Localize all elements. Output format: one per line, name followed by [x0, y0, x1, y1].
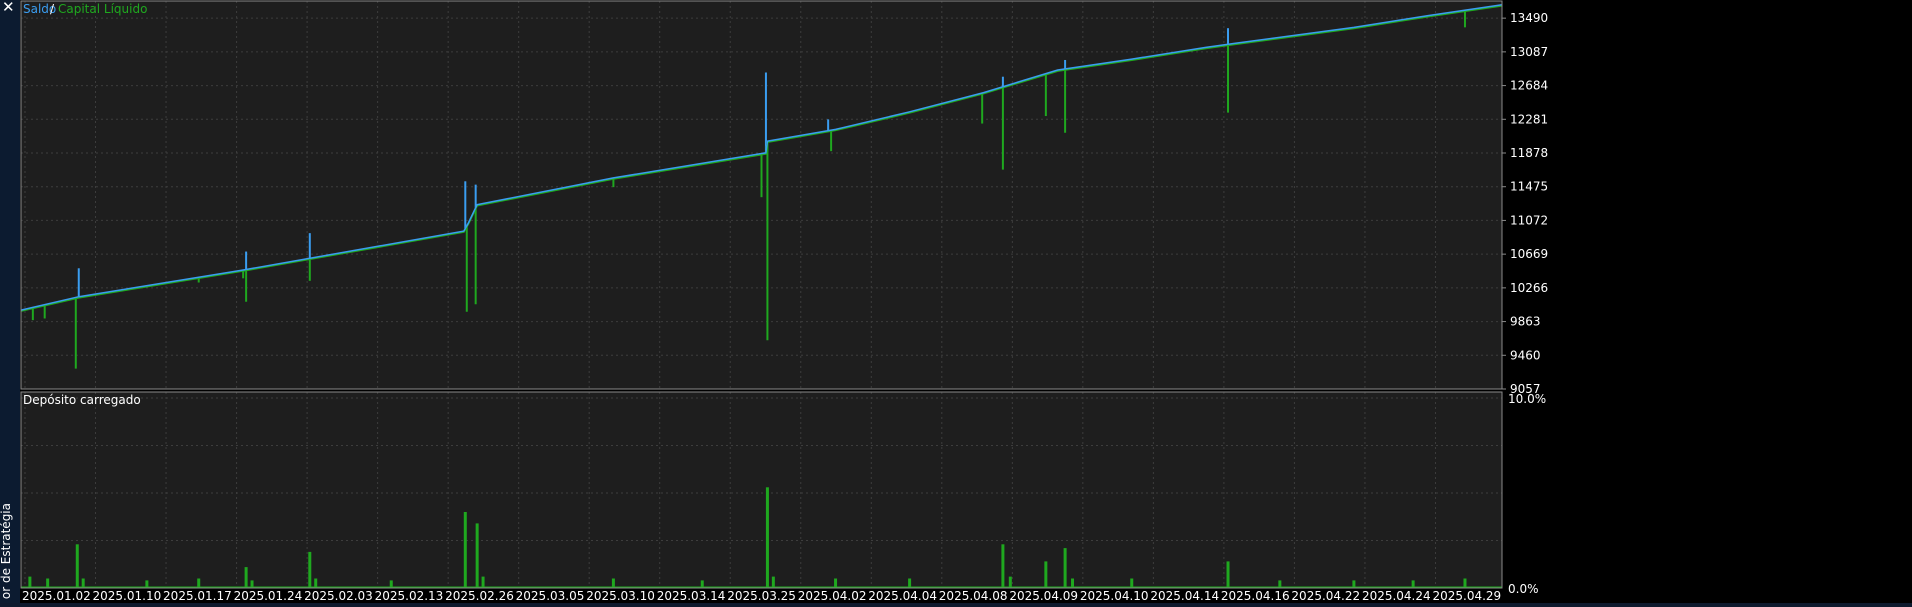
- x-axis: 2025.01.02 2025.01.10 2025.01.17 2025.01.24…: [22, 589, 1501, 603]
- load-bar: [389, 580, 393, 588]
- x-tick-label: 2025.04.09: [1009, 589, 1078, 603]
- load-bar: [1130, 578, 1134, 588]
- load-ytick-top: 10.0%: [1508, 392, 1546, 406]
- x-tick-label: 2025.01.02: [22, 589, 91, 603]
- x-tick-label: 2025.02.13: [375, 589, 444, 603]
- load-ytick-bottom: 0.0%: [1508, 582, 1539, 596]
- load-bar: [145, 580, 149, 588]
- main-y-tick-label: 9863: [1510, 315, 1541, 329]
- load-bar: [611, 578, 615, 588]
- load-bar: [1071, 578, 1075, 588]
- x-tick-label: 2025.04.16: [1221, 589, 1290, 603]
- main-y-tick-label: 11072: [1510, 213, 1548, 227]
- x-tick-label: 2025.04.24: [1362, 589, 1431, 603]
- x-tick-label: 2025.04.14: [1150, 589, 1219, 603]
- load-bar: [765, 487, 769, 588]
- load-bar: [81, 578, 85, 588]
- main-y-tick-label: 10266: [1510, 281, 1548, 295]
- chart-area: 9057 9460 9863 10266 10669 11072 11475 11878 122…: [20, 0, 1912, 603]
- main-y-tick-label: 13087: [1510, 45, 1548, 59]
- main-y-tick-label: 11878: [1510, 146, 1548, 160]
- load-bar: [1044, 561, 1048, 588]
- legend-equity: Capital Líquido: [58, 2, 147, 16]
- load-bar: [463, 512, 467, 588]
- strategy-tester-tab[interactable]: or de Estratégia: [0, 503, 13, 599]
- load-bar: [244, 567, 248, 588]
- load-panel-title: Depósito carregado: [23, 393, 141, 407]
- load-bar: [700, 580, 704, 588]
- load-bar: [1463, 578, 1467, 588]
- x-tick-label: 2025.02.26: [445, 589, 514, 603]
- load-bar: [1008, 576, 1012, 588]
- load-bar: [908, 578, 912, 588]
- x-tick-label: 2025.03.14: [657, 589, 726, 603]
- x-tick-label: 2025.01.10: [93, 589, 162, 603]
- x-tick-label: 2025.02.03: [304, 589, 373, 603]
- x-tick-label: 2025.04.10: [1080, 589, 1149, 603]
- x-tick-label: 2025.04.29: [1432, 589, 1501, 603]
- load-bar: [250, 580, 254, 588]
- side-panel: ✕ or de Estratégia: [0, 0, 20, 603]
- main-y-axis: 9057946098631026610669110721147511878122…: [1502, 11, 1548, 396]
- load-bar: [1001, 544, 1005, 588]
- load-bar: [1226, 561, 1230, 588]
- chart-svg: 9057946098631026610669110721147511878122…: [20, 0, 1548, 603]
- x-tick-label: 2025.01.17: [163, 589, 232, 603]
- load-bar: [197, 578, 201, 588]
- x-tick-label: 2025.04.22: [1291, 589, 1360, 603]
- x-tick-label: 2025.03.10: [586, 589, 655, 603]
- load-bar: [46, 578, 50, 588]
- load-bar: [1278, 580, 1282, 588]
- x-tick-label: 2025.03.25: [727, 589, 796, 603]
- load-bar: [771, 576, 775, 588]
- load-bar: [475, 523, 479, 588]
- x-tick-label: 2025.04.02: [798, 589, 867, 603]
- x-tick-label: 2025.04.04: [868, 589, 937, 603]
- x-tick-label: 2025.01.24: [234, 589, 303, 603]
- load-bar: [314, 578, 318, 588]
- load-bar: [75, 544, 79, 588]
- x-tick-label: 2025.04.08: [939, 589, 1008, 603]
- deposit-load-panel: Depósito carregado 10.0% 0.0%: [20, 391, 1546, 596]
- main-y-tick-label: 13490: [1510, 11, 1548, 25]
- x-tick-label: 2025.03.05: [516, 589, 585, 603]
- main-y-tick-label: 12281: [1510, 112, 1548, 126]
- main-y-tick-label: 10669: [1510, 247, 1548, 261]
- load-bar: [481, 576, 485, 588]
- balance-equity-panel: 9057946098631026610669110721147511878122…: [20, 0, 1548, 396]
- load-bar: [28, 576, 32, 588]
- close-icon[interactable]: ✕: [2, 0, 15, 15]
- load-bar: [1411, 580, 1415, 588]
- main-y-tick-label: 12684: [1510, 79, 1548, 93]
- main-y-tick-label: 11475: [1510, 180, 1548, 194]
- main-y-tick-label: 9460: [1510, 348, 1541, 362]
- load-bar: [1352, 580, 1356, 588]
- load-bar: [308, 551, 312, 588]
- load-bar: [834, 578, 838, 588]
- load-bar: [1063, 548, 1067, 588]
- load-plot-background: [21, 392, 1502, 588]
